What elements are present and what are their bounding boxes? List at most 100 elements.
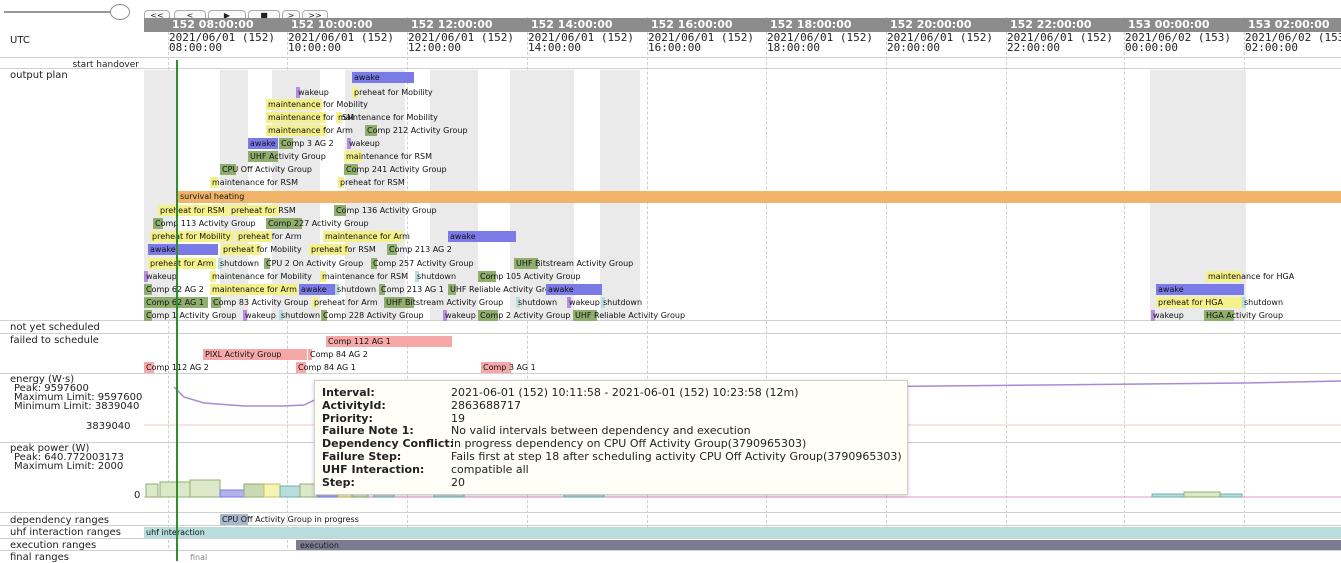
- activity-bar[interactable]: HGA Activity Group: [1204, 310, 1283, 321]
- activity-label: maintenance for Arm: [212, 285, 297, 294]
- activity-label: shutdown: [417, 272, 457, 281]
- activity-bar[interactable]: Comp 62 AG 1: [144, 297, 208, 308]
- tooltip-key: Failure Note 1:: [322, 424, 414, 438]
- dependency-range-bar[interactable]: CPU Off Activity Group in progress: [220, 514, 359, 525]
- activity-bar[interactable]: awake: [248, 138, 278, 149]
- activity-bar[interactable]: UHF Bitstream Activity Group: [384, 297, 503, 308]
- activity-label: Comp 213 AG 2: [389, 245, 452, 254]
- activity-bar[interactable]: UHF Bitstream Activity Group: [514, 258, 633, 269]
- activity-bar[interactable]: maintenance for Arm: [210, 284, 298, 295]
- activity-bar[interactable]: maintenance for RSM: [320, 271, 408, 282]
- activity-bar[interactable]: awake: [299, 284, 335, 295]
- activity-bar[interactable]: awake: [546, 284, 602, 295]
- activity-bar[interactable]: Comp 241 Activity Group: [344, 164, 447, 175]
- activity-bar[interactable]: Comp 83 Activity Group: [211, 297, 308, 308]
- zoom-slider-handle[interactable]: [110, 4, 130, 20]
- activity-bar[interactable]: Comp 2 Activity Group: [478, 310, 570, 321]
- activity-bar[interactable]: preheat for RSM: [338, 177, 405, 188]
- tick-header: 153 00:00:00: [1124, 18, 1243, 32]
- activity-bar[interactable]: Comp 228 Activity Group: [321, 310, 424, 321]
- failed-activity-bar[interactable]: Comp 112 AG 1: [326, 336, 452, 347]
- activity-bar[interactable]: Comp 212 Activity Group: [365, 125, 468, 136]
- activity-bar[interactable]: awake: [1156, 284, 1244, 295]
- activity-bar[interactable]: UHF Activity Group: [248, 151, 326, 162]
- activity-bar[interactable]: wakeup: [347, 138, 380, 149]
- activity-bar[interactable]: wakeup: [443, 310, 476, 321]
- failed-activity-bar[interactable]: Comp 84 AG 2: [308, 349, 368, 360]
- failed-activity-bar[interactable]: Comp 3 AG 1: [481, 362, 536, 373]
- activity-bar[interactable]: UHF Reliable Activity Group: [573, 310, 685, 321]
- activity-bar[interactable]: wakeup: [567, 297, 600, 308]
- activity-label: UHF Reliable Activity Group: [575, 311, 686, 320]
- activity-bar[interactable]: preheat for HGA: [1156, 297, 1244, 308]
- activity-label: preheat for Arm: [314, 298, 378, 307]
- activity-bar[interactable]: preheat for Arm: [148, 258, 216, 269]
- zoom-slider-track[interactable]: [4, 11, 122, 13]
- activity-label: shutdown: [603, 298, 643, 307]
- activity-bar[interactable]: Comp 1 Activity Group: [144, 310, 236, 321]
- activity-bar[interactable]: Comp 113 Activity Group: [153, 218, 256, 229]
- activity-bar[interactable]: preheat for Mobility: [221, 244, 302, 255]
- activity-bar[interactable]: CPU Off Activity Group: [220, 164, 312, 175]
- activity-bar[interactable]: preheat for Mobility: [150, 231, 234, 242]
- activity-label: maintenance for HGA: [1208, 272, 1295, 281]
- activity-bar[interactable]: Comp 227 Activity Group: [266, 218, 369, 229]
- activity-label: Comp 62 AG 2: [146, 285, 204, 294]
- activity-bar[interactable]: Comp 213 AG 2: [387, 244, 452, 255]
- activity-bar[interactable]: Comp 105 Activity Group: [478, 271, 581, 282]
- failed-activity-bar[interactable]: PIXL Activity Group: [203, 349, 307, 360]
- activity-bar[interactable]: Comp 136 Activity Group: [334, 205, 437, 216]
- execution-range-bar[interactable]: execution: [296, 540, 1341, 550]
- activity-bar[interactable]: preheat for RSM: [158, 205, 228, 216]
- activity-bar[interactable]: Comp 213 AG 1: [379, 284, 444, 295]
- activity-label: preheat for RSM: [160, 206, 225, 215]
- activity-label: awake: [450, 232, 476, 241]
- activity-label: maintenance for RSM: [212, 178, 299, 187]
- activity-bar[interactable]: Comp 257 Activity Group: [371, 258, 474, 269]
- activity-bar[interactable]: preheat for RSM: [309, 244, 376, 255]
- activity-label: Comp 113 Activity Group: [155, 219, 256, 228]
- activity-bar[interactable]: maintenance for Arm: [323, 231, 410, 242]
- activity-bar[interactable]: maintenance for Mobility: [336, 112, 438, 123]
- activity-bar[interactable]: Comp 3 AG 2: [279, 138, 334, 149]
- activity-bar[interactable]: Comp 62 AG 2: [144, 284, 204, 295]
- activity-bar[interactable]: wakeup: [1151, 310, 1184, 321]
- activity-bar[interactable]: maintenance for Arm: [266, 125, 353, 136]
- activity-label: maintenance for Mobility: [212, 272, 312, 281]
- activity-bar[interactable]: maintenance for RSM: [210, 177, 298, 188]
- uhf-interaction-bar[interactable]: uhf interaction: [144, 527, 1341, 538]
- activity-bar[interactable]: preheat for Mobility: [352, 87, 433, 98]
- activity-bar[interactable]: awake: [352, 72, 414, 83]
- activity-bar[interactable]: wakeup: [296, 87, 329, 98]
- activity-bar[interactable]: shutdown: [415, 271, 456, 282]
- activity-bar[interactable]: UHF Reliable Activity Group: [448, 284, 560, 295]
- activity-bar[interactable]: wakeup: [243, 310, 276, 321]
- activity-label: shutdown: [337, 285, 377, 294]
- activity-bar[interactable]: preheat for Arm: [312, 297, 378, 308]
- activity-bar[interactable]: shutdown: [601, 297, 642, 308]
- activity-bar[interactable]: wakeup: [144, 271, 177, 282]
- activity-bar[interactable]: maintenance for Mobility: [210, 271, 312, 282]
- activity-bar[interactable]: awake: [148, 244, 218, 255]
- activity-label: Comp 257 Activity Group: [373, 259, 474, 268]
- tooltip-value: compatible all: [451, 462, 529, 476]
- activity-bar[interactable]: shutdown: [335, 284, 376, 295]
- tooltip-value: 2863688717: [451, 398, 521, 412]
- activity-bar[interactable]: preheat for Arm: [236, 231, 302, 242]
- activity-bar[interactable]: shutdown: [1242, 297, 1283, 308]
- activity-label: CPU Off Activity Group: [222, 165, 312, 174]
- activity-bar[interactable]: awake: [448, 231, 516, 242]
- activity-bar[interactable]: maintenance for HGA: [1206, 271, 1294, 282]
- activity-bar[interactable]: shutdown: [279, 310, 320, 321]
- activity-label: maintenance for Arm: [325, 232, 410, 241]
- activity-bar[interactable]: maintenance for RSM: [344, 151, 432, 162]
- activity-bar[interactable]: maintenance for Mobility: [266, 99, 368, 110]
- activity-bar[interactable]: shutdown: [516, 297, 557, 308]
- failed-activity-bar[interactable]: Comp 84 AG 1: [296, 362, 356, 373]
- activity-bar[interactable]: CPU 2 On Activity Group: [264, 258, 363, 269]
- activity-label: Comp 2 Activity Group: [480, 311, 571, 320]
- activity-bar[interactable]: shutdown: [218, 258, 259, 269]
- activity-bar[interactable]: preheat for RSM: [229, 205, 296, 216]
- survival-heating-bar[interactable]: survival heating: [176, 191, 1341, 203]
- tooltip-key: Dependency Conflict:: [322, 437, 455, 451]
